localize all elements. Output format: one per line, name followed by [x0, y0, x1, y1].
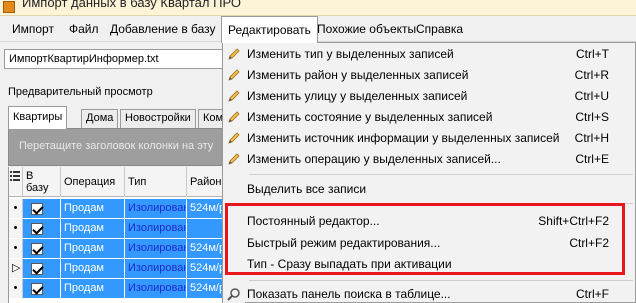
- data-grid: В базу Операция Тип Район • Продам Изоли…: [8, 167, 230, 303]
- type-cell[interactable]: Изолирован: [125, 279, 187, 299]
- operation-cell[interactable]: Продам: [61, 239, 125, 259]
- row-indicator: ▷: [9, 259, 23, 279]
- header-operation[interactable]: Операция: [61, 167, 125, 197]
- menu-separator: [249, 174, 633, 175]
- menu-edit[interactable]: Редактировать: [221, 16, 318, 43]
- menu-item-change-district[interactable]: Изменить район у выделенных записей Ctrl…: [223, 64, 635, 86]
- menu-add-to-base[interactable]: Добавление в базу: [104, 16, 222, 42]
- pencil-icon: [227, 110, 241, 124]
- app-icon: [3, 1, 15, 13]
- pencil-icon: [227, 152, 241, 166]
- title-bar: Импорт данных в базу Квартал ПРО: [0, 0, 636, 16]
- menu-bar: Импорт Файл Добавление в базу Редактиров…: [0, 16, 636, 43]
- tab-strip: Квартиры Дома Новостройки Ком: [8, 106, 230, 129]
- pencil-icon: [227, 47, 241, 61]
- tab-apartments[interactable]: Квартиры: [8, 106, 68, 129]
- operation-cell[interactable]: Продам: [61, 219, 125, 239]
- column-chooser-icon[interactable]: [9, 167, 23, 197]
- menu-help[interactable]: Справка: [410, 16, 469, 42]
- tab-houses[interactable]: Дома: [81, 109, 119, 128]
- preview-label: Предварительный просмотр: [8, 86, 153, 98]
- operation-cell[interactable]: Продам: [61, 199, 125, 219]
- grid-header: В базу Операция Тип Район: [9, 167, 230, 197]
- type-cell[interactable]: Изолирован: [125, 199, 187, 219]
- menu-item-change-condition[interactable]: Изменить состояние у выделенных записей …: [223, 106, 635, 128]
- menu-separator: [249, 280, 633, 281]
- in-base-checkbox[interactable]: [23, 219, 61, 239]
- table-row[interactable]: • Продам Изолирован 524м/р: [9, 199, 230, 219]
- row-indicator: •: [9, 219, 23, 239]
- tab-new-buildings[interactable]: Новостройки: [120, 109, 196, 128]
- table-row[interactable]: • Продам Изолирован 524м/р: [9, 239, 230, 259]
- pencil-icon: [227, 68, 241, 82]
- table-row[interactable]: ▷ Продам Изолирован 524м/р: [9, 259, 230, 279]
- group-by-panel[interactable]: Перетащите заголовок колонки на эту: [8, 128, 230, 166]
- in-base-checkbox[interactable]: [23, 259, 61, 279]
- window-title: Импорт данных в базу Квартал ПРО: [22, 0, 241, 10]
- type-cell[interactable]: Изолирован: [125, 239, 187, 259]
- search-icon: [227, 287, 241, 301]
- in-base-checkbox[interactable]: [23, 199, 61, 219]
- in-base-checkbox[interactable]: [23, 239, 61, 259]
- operation-cell[interactable]: Продам: [61, 259, 125, 279]
- pencil-icon: [227, 89, 241, 103]
- menu-import[interactable]: Импорт: [6, 16, 60, 42]
- row-indicator: •: [9, 199, 23, 219]
- menu-item-change-street[interactable]: Изменить улицу у выделенных записей Ctrl…: [223, 85, 635, 107]
- table-row[interactable]: • Продам Изолирован 524м/р: [9, 279, 230, 299]
- table-row[interactable]: • Продам Изолирован: [9, 219, 230, 239]
- menu-similar-objects[interactable]: Похожие объекты: [311, 16, 422, 42]
- row-indicator: •: [9, 279, 23, 299]
- menu-item-change-type[interactable]: Изменить тип у выделенных записей Ctrl+T: [223, 43, 635, 65]
- header-type[interactable]: Тип: [125, 167, 187, 197]
- type-cell[interactable]: Изолирован: [125, 259, 187, 279]
- menu-file[interactable]: Файл: [63, 16, 105, 42]
- edit-menu-dropdown: Изменить тип у выделенных записей Ctrl+T…: [222, 42, 636, 303]
- operation-cell[interactable]: Продам: [61, 279, 125, 299]
- type-cell[interactable]: Изолирован: [125, 219, 187, 239]
- menu-item-show-search-panel[interactable]: Показать панель поиска в таблице... Ctrl…: [223, 283, 635, 303]
- group-hint: Перетащите заголовок колонки на эту: [19, 140, 214, 152]
- menu-item-change-source[interactable]: Изменить источник информации у выделенны…: [223, 127, 635, 149]
- row-indicator: •: [9, 239, 23, 259]
- menu-item-select-all[interactable]: Выделить все записи: [223, 178, 635, 200]
- menu-item-change-operation[interactable]: Изменить операцию у выделенных записей..…: [223, 148, 635, 170]
- highlight-annotation: [225, 203, 625, 275]
- pencil-icon: [227, 131, 241, 145]
- header-in-base[interactable]: В базу: [23, 167, 61, 197]
- in-base-checkbox[interactable]: [23, 279, 61, 299]
- file-name-field[interactable]: ИмпортКвартирИнформер.txt: [4, 49, 234, 69]
